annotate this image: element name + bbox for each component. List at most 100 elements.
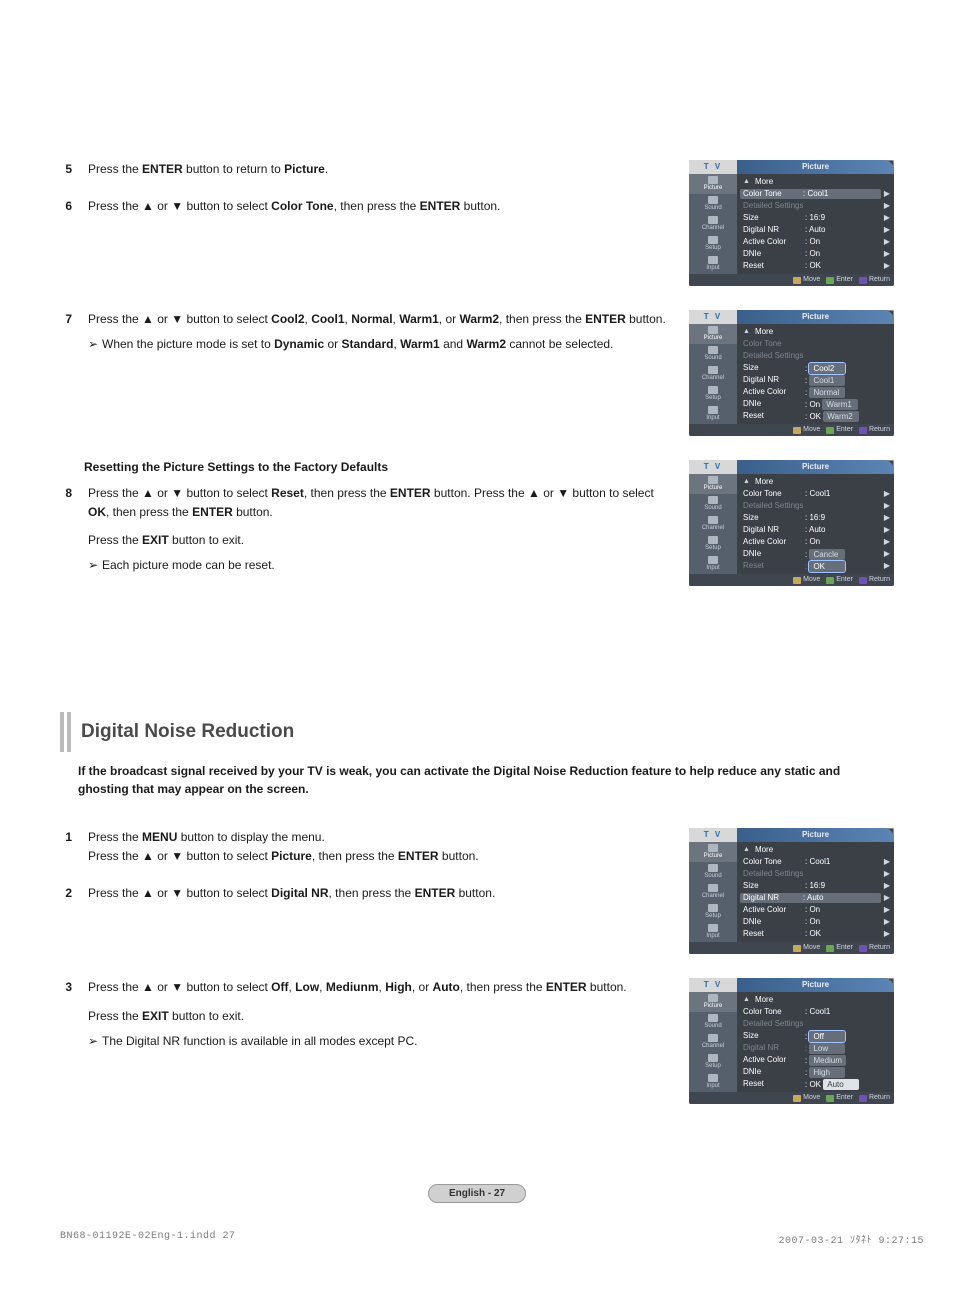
page-number-pill: English - 27 <box>60 1184 894 1203</box>
osd-row: Active Color: On▶ <box>743 904 890 916</box>
osd-row: Size: 16:9▶ <box>743 212 890 224</box>
steps-list-a: 5Press the ENTER button to return to Pic… <box>60 160 669 215</box>
osd-more[interactable]: More <box>743 476 890 488</box>
step-num: 5 <box>60 160 72 179</box>
step-body: Press the MENU button to display the men… <box>88 828 669 865</box>
row-step-8: Resetting the Picture Settings to the Fa… <box>60 460 894 592</box>
osd-more[interactable]: More <box>743 844 890 856</box>
osd-more[interactable]: More <box>743 326 890 338</box>
osd-side-picture[interactable]: Picture <box>689 324 737 344</box>
osd-row: Size: 16:9▶ <box>743 512 890 524</box>
osd-row: Active Color: Normal <box>743 386 890 398</box>
osd-return-hint: Return <box>859 1094 890 1103</box>
osd-option[interactable]: Cool2 <box>809 363 845 374</box>
osd-side-input[interactable]: Input <box>689 922 737 942</box>
osd-row[interactable]: Digital NR: Auto▶ <box>743 892 890 904</box>
osd-row: Size: 16:9▶ <box>743 880 890 892</box>
osd-row: Detailed Settings▶ <box>743 200 890 212</box>
col-text-7: 7 Press the ▲ or ▼ button to select Cool… <box>60 310 669 436</box>
osd-side-channel[interactable]: Channel <box>689 214 737 234</box>
step-body: Press the ▲ or ▼ button to select Color … <box>88 197 669 216</box>
osd-row: Size: Cool2 <box>743 362 890 374</box>
osd-row: DNIe: On▶ <box>743 916 890 928</box>
osd-side-sound[interactable]: Sound <box>689 1012 737 1032</box>
steps-list-d: 1 Press the MENU button to display the m… <box>60 828 669 902</box>
step-8-line1: Press the ▲ or ▼ button to select Reset,… <box>88 486 654 519</box>
osd-option[interactable]: High <box>809 1067 845 1078</box>
osd-row: Detailed Settings <box>743 350 890 362</box>
osd-more[interactable]: More <box>743 994 890 1006</box>
osd-side-channel[interactable]: Channel <box>689 364 737 384</box>
osd-side-setup[interactable]: Setup <box>689 902 737 922</box>
osd-option[interactable]: Medium <box>809 1055 845 1066</box>
osd-side-setup[interactable]: Setup <box>689 384 737 404</box>
osd-row: Color Tone: Cool1▶ <box>743 488 890 500</box>
osd-side-input[interactable]: Input <box>689 254 737 274</box>
osd-row[interactable]: Color Tone: Cool1▶ <box>743 188 890 200</box>
step2-3-l2: Press the EXIT button to exit. <box>88 1007 669 1026</box>
osd-row: Color Tone <box>743 338 890 350</box>
osd-side-sound[interactable]: Sound <box>689 862 737 882</box>
osd-option[interactable]: Normal <box>809 387 845 398</box>
osd-side-picture[interactable]: Picture <box>689 474 737 494</box>
step2-1-l1: Press the MENU button to display the men… <box>88 830 325 844</box>
osd-side-sound[interactable]: Sound <box>689 344 737 364</box>
osd-body: PictureSoundChannelSetupInput MoreColor … <box>689 174 894 274</box>
step2-3-sub: The Digital NR function is available in … <box>88 1032 669 1051</box>
osd-side-picture[interactable]: Picture <box>689 992 737 1012</box>
osd-side-input[interactable]: Input <box>689 554 737 574</box>
osd-side-picture[interactable]: Picture <box>689 842 737 862</box>
osd-row: Detailed Settings▶ <box>743 868 890 880</box>
step2-2: 2 Press the ▲ or ▼ button to select Digi… <box>60 884 669 903</box>
osd-side-input[interactable]: Input <box>689 1072 737 1092</box>
osd-side-setup[interactable]: Setup <box>689 1052 737 1072</box>
osd-menu-3-wrap: T V Picture PictureSoundChannelSetupInpu… <box>689 460 894 592</box>
step2-3: 3 Press the ▲ or ▼ button to select Off,… <box>60 978 669 1050</box>
col-text-2-3: 3 Press the ▲ or ▼ button to select Off,… <box>60 978 669 1104</box>
osd-main: MoreColor ToneDetailed SettingsSize: Coo… <box>737 324 894 424</box>
osd-tv-label: T V <box>689 828 737 842</box>
osd-side-channel[interactable]: Channel <box>689 514 737 534</box>
osd-move-hint: Move <box>793 1094 820 1103</box>
osd-menu-5-wrap: T V Picture PictureSoundChannelSetupInpu… <box>689 978 894 1104</box>
step-num: 3 <box>60 978 72 1050</box>
osd-option[interactable]: Low <box>809 1043 845 1054</box>
osd-option[interactable]: OK <box>809 561 845 572</box>
osd-side-sound[interactable]: Sound <box>689 194 737 214</box>
osd-top: T V Picture <box>689 828 894 842</box>
step-body: Press the ▲ or ▼ button to select Cool2,… <box>88 310 669 353</box>
row-steps-12: 1 Press the MENU button to display the m… <box>60 828 894 954</box>
osd-footer: Move Enter Return <box>689 274 894 286</box>
osd-side-channel[interactable]: Channel <box>689 1032 737 1052</box>
osd-option[interactable]: Auto <box>823 1079 859 1090</box>
osd-option[interactable]: Warm2 <box>823 411 859 422</box>
step-body: Press the ▲ or ▼ button to select Digita… <box>88 884 669 903</box>
osd-more[interactable]: More <box>743 176 890 188</box>
step-body: Press the ▲ or ▼ button to select Reset,… <box>88 484 669 574</box>
osd-side-setup[interactable]: Setup <box>689 534 737 554</box>
osd-option[interactable]: Cancle <box>809 549 845 560</box>
osd-enter-hint: Enter <box>826 576 853 585</box>
osd-title: Picture <box>737 460 894 474</box>
osd-side-picture[interactable]: Picture <box>689 174 737 194</box>
osd-side-sound[interactable]: Sound <box>689 494 737 514</box>
step2-1-l2: Press the ▲ or ▼ button to select Pictur… <box>88 849 479 863</box>
row-steps-56: 5Press the ENTER button to return to Pic… <box>60 160 894 286</box>
osd-top: T V Picture <box>689 460 894 474</box>
osd-side-setup[interactable]: Setup <box>689 234 737 254</box>
osd-sidebar: PictureSoundChannelSetupInput <box>689 992 737 1092</box>
osd-option[interactable]: Cool1 <box>809 375 845 386</box>
osd-side-input[interactable]: Input <box>689 404 737 424</box>
osd-title: Picture <box>737 978 894 992</box>
osd-return-hint: Return <box>859 276 890 285</box>
osd-row: Active Color: On▶ <box>743 236 890 248</box>
osd-row: Digital NR: Cool1 <box>743 374 890 386</box>
osd-option[interactable]: Off <box>809 1031 845 1042</box>
steps-list-c: 8 Press the ▲ or ▼ button to select Rese… <box>60 484 669 574</box>
col-text-56: 5Press the ENTER button to return to Pic… <box>60 160 669 286</box>
osd-main: MoreColor Tone: Cool1 Detailed Settings … <box>737 992 894 1092</box>
osd-side-channel[interactable]: Channel <box>689 882 737 902</box>
osd-sidebar: PictureSoundChannelSetupInput <box>689 174 737 274</box>
osd-option[interactable]: Warm1 <box>822 399 858 410</box>
osd-sidebar: PictureSoundChannelSetupInput <box>689 842 737 942</box>
